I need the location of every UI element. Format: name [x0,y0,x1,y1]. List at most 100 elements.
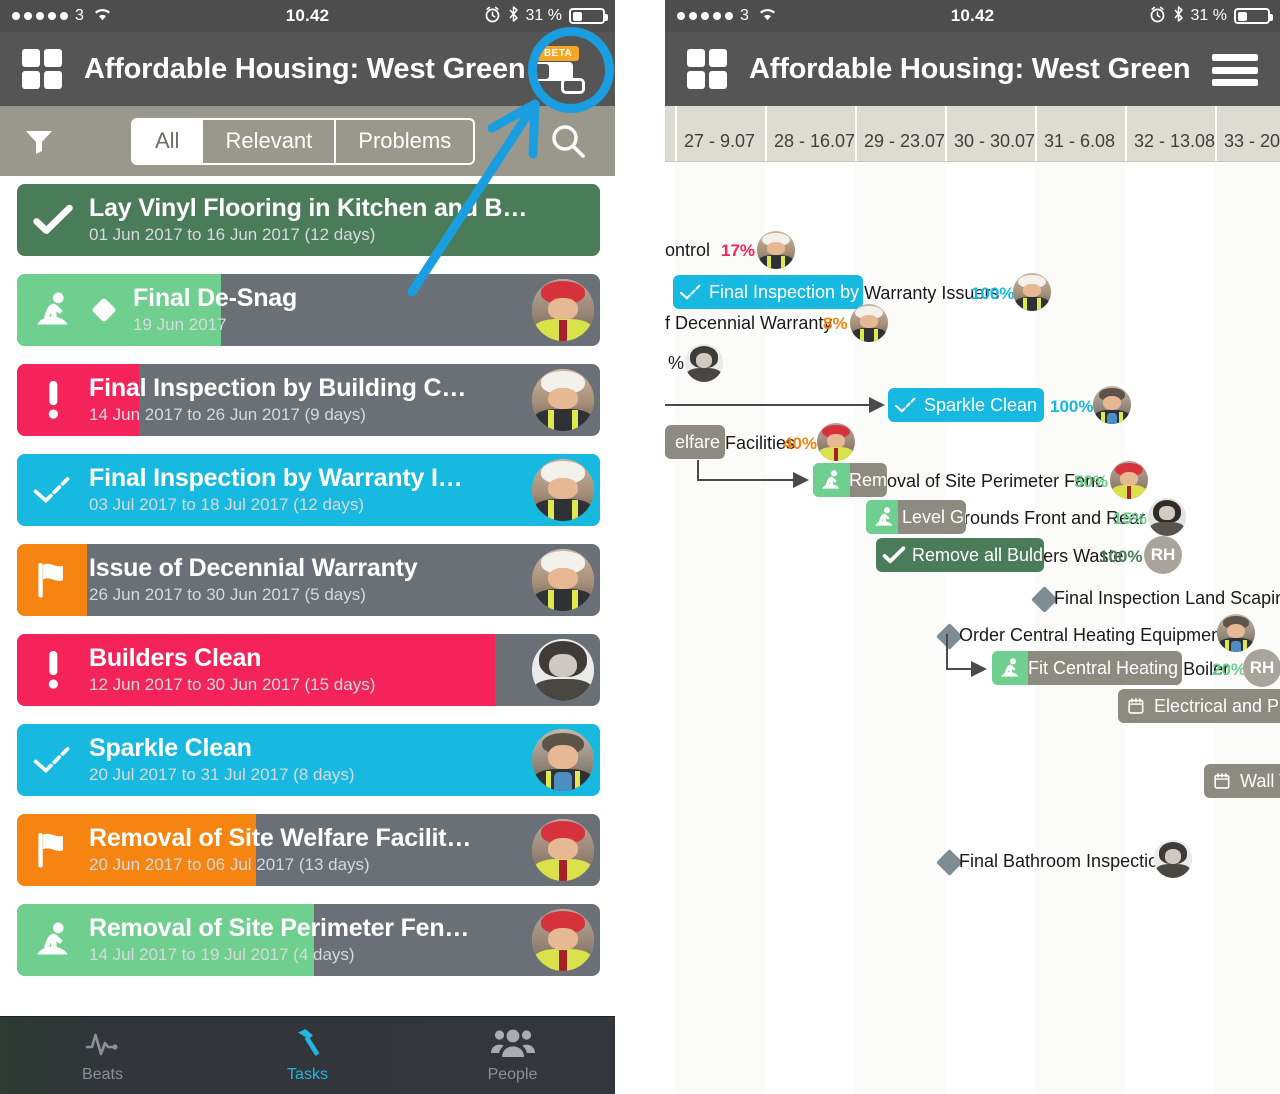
tab-beats[interactable]: Beats [0,1027,205,1084]
timeline-column-header[interactable]: 27 - 9.07 [675,106,765,161]
timeline-column-label: 31 - 6.08 [1044,131,1116,151]
gantt-task-bar[interactable]: Electrical and Plum [1118,689,1280,723]
task-row-content: Removal of Site Perimeter Fen… 14 Jul 201… [17,904,600,976]
task-row[interactable]: Sparkle Clean 20 Jul 2017 to 31 Jul 2017 … [17,724,600,796]
worker-icon [866,507,902,527]
gantt-percent-label: 15% [1113,509,1148,528]
dashed-check-icon [673,283,709,302]
task-title: Issue of Decennial Warranty [89,555,418,582]
avatar [685,344,723,382]
gantt-task-bar[interactable]: Level Grounds Front and Rear [866,500,966,534]
task-filter-segmented-control[interactable]: All Relevant Problems [131,117,476,165]
avatar [532,639,594,701]
gantt-task-bar[interactable]: Remove all Bulders Waste [876,538,1044,572]
tab-beats-label: Beats [82,1066,123,1083]
gantt-percent-label: 50% [1074,472,1109,491]
bottom-tab-bar[interactable]: Beats Tasks People [0,1016,615,1094]
worker-icon [813,470,849,490]
exclamation-icon [17,364,89,436]
gantt-task-bar[interactable]: Removal of Site Perimeter Fenc [813,463,887,497]
clock-label: 10.42 [285,6,330,25]
task-row-content: Builders Clean 12 Jun 2017 to 30 Jun 2017… [17,634,600,706]
task-row[interactable]: Issue of Decennial Warranty 26 Jun 2017 t… [17,544,600,616]
status-bar-left: 3 10.42 31 % [0,0,615,32]
task-title: Final Inspection by Warranty I… [89,465,463,492]
task-row[interactable]: Builders Clean 12 Jun 2017 to 30 Jun 2017… [17,634,600,706]
avatar-initials: RH [1243,649,1280,687]
task-row[interactable]: Removal of Site Welfare Facilit… 20 Jun 2… [17,814,600,886]
page-title: Affordable Housing: West Green [84,52,526,85]
timeline-column-label: 27 - 9.07 [684,131,756,151]
gantt-chart-body[interactable]: ontrol 17% Final Inspection by Warranty Is… [665,162,1280,1094]
gantt-bar-label: elfare Facilities [675,431,725,452]
timeline-column-header[interactable]: 29 - 23.07 [855,106,945,161]
search-icon[interactable] [549,122,587,160]
dual-screenshot: 3 10.42 31 % Affordable Housing: West Gr [0,0,1280,1094]
gantt-bar-content: Fit Central Heating Boiler [992,651,1182,685]
avatar [817,423,855,461]
timeline-column-header[interactable]: 28 - 16.07 [765,106,855,161]
gantt-task-bar[interactable]: Final Inspection by Warranty Issuers [673,275,863,309]
task-text-block: Lay Vinyl Flooring in Kitchen and B… 01 J… [89,195,600,244]
gantt-row-label: ontrol [665,240,711,260]
gantt-bar-content: Level Grounds Front and Rear [866,500,966,534]
task-text-block: Removal of Site Perimeter Fen… 14 Jul 201… [89,915,532,964]
tab-tasks[interactable]: Tasks [205,1027,410,1084]
app-navbar-right: Affordable Housing: West Green [665,32,1280,106]
gantt-bar-content: Wall T [1204,764,1280,798]
check-icon [876,546,912,565]
gantt-bar-label: Sparkle Clean [924,394,1038,415]
avatar [757,231,795,269]
gantt-task-bar[interactable]: Sparkle Clean [888,388,1044,422]
battery-icon [569,8,608,24]
gantt-bar-content: Removal of Site Perimeter Fenc [813,463,887,497]
dashed-check-icon [17,454,89,526]
tab-all[interactable]: All [133,119,204,163]
task-row[interactable]: Final De-Snag 19 Jun 2017 [17,274,600,346]
grid-icon[interactable] [22,49,62,89]
gantt-timeline-header[interactable]: 27 - 9.07 28 - 16.07 29 - 23.07 30 - 30.07 3… [665,106,1280,162]
task-row[interactable]: Removal of Site Perimeter Fen… 14 Jul 201… [17,904,600,976]
tab-people[interactable]: People [410,1027,615,1084]
timeline-column-header[interactable]: 30 - 30.07 [945,106,1035,161]
right-phone-screen: 3 10.42 31 % Affordable Housing: West Gr… [665,0,1280,1094]
filter-funnel-icon[interactable] [22,124,56,158]
task-dates: 14 Jun 2017 to 26 Jun 2017 (9 days) [89,404,366,424]
avatar [1154,840,1192,878]
gantt-bar-label: Electrical and Plum [1154,695,1280,716]
calendar-icon [1118,698,1154,714]
task-dates: 14 Jul 2017 to 19 Jul 2017 (4 days) [89,944,355,964]
view-mode-toggle[interactable]: BETA [527,46,589,94]
gantt-task-bar[interactable]: Wall T [1204,764,1280,798]
tab-tasks-label: Tasks [287,1066,328,1083]
task-text-block: Issue of Decennial Warranty 26 Jun 2017 t… [89,555,532,604]
avatar [532,279,594,341]
task-title: Removal of Site Welfare Facilit… [89,825,472,852]
hamburger-menu-icon[interactable] [1212,54,1258,86]
task-title: Removal of Site Perimeter Fen… [89,915,470,942]
worker-icon [17,904,89,976]
gantt-bar-label: Removal of Site Perimeter Fenc [849,469,887,490]
task-dates: 20 Jun 2017 to 06 Jul 2017 (13 days) [89,854,370,874]
gantt-task-bar[interactable]: Fit Central Heating Boiler [992,651,1182,685]
task-list[interactable]: Lay Vinyl Flooring in Kitchen and B… 01 J… [0,176,615,976]
timeline-column-header[interactable]: 33 - 20.0 [1215,106,1280,161]
task-row[interactable]: Lay Vinyl Flooring in Kitchen and B… 01 J… [17,184,600,256]
tab-relevant[interactable]: Relevant [203,119,337,163]
people-icon [490,1027,535,1064]
avatar [532,909,594,971]
gantt-task-bar[interactable]: elfare Facilities [665,425,725,459]
timeline-column-header[interactable]: 31 - 6.08 [1035,106,1125,161]
task-row[interactable]: Final Inspection by Warranty I… 03 Jul 20… [17,454,600,526]
tab-problems[interactable]: Problems [336,120,473,163]
avatar [1093,386,1131,424]
gantt-row-label: % [668,353,685,373]
task-dates: 12 Jun 2017 to 30 Jun 2017 (15 days) [89,674,376,694]
timeline-column-header[interactable]: 32 - 13.08 [1125,106,1215,161]
task-row[interactable]: Final Inspection by Building C… 14 Jun 20… [17,364,600,436]
timeline-column-label: 33 - 20.0 [1224,131,1280,151]
grid-icon[interactable] [687,49,727,89]
task-row-content: Removal of Site Welfare Facilit… 20 Jun 2… [17,814,600,886]
task-title: Lay Vinyl Flooring in Kitchen and B… [89,195,528,222]
gantt-percent-label: 100% [1099,547,1143,566]
